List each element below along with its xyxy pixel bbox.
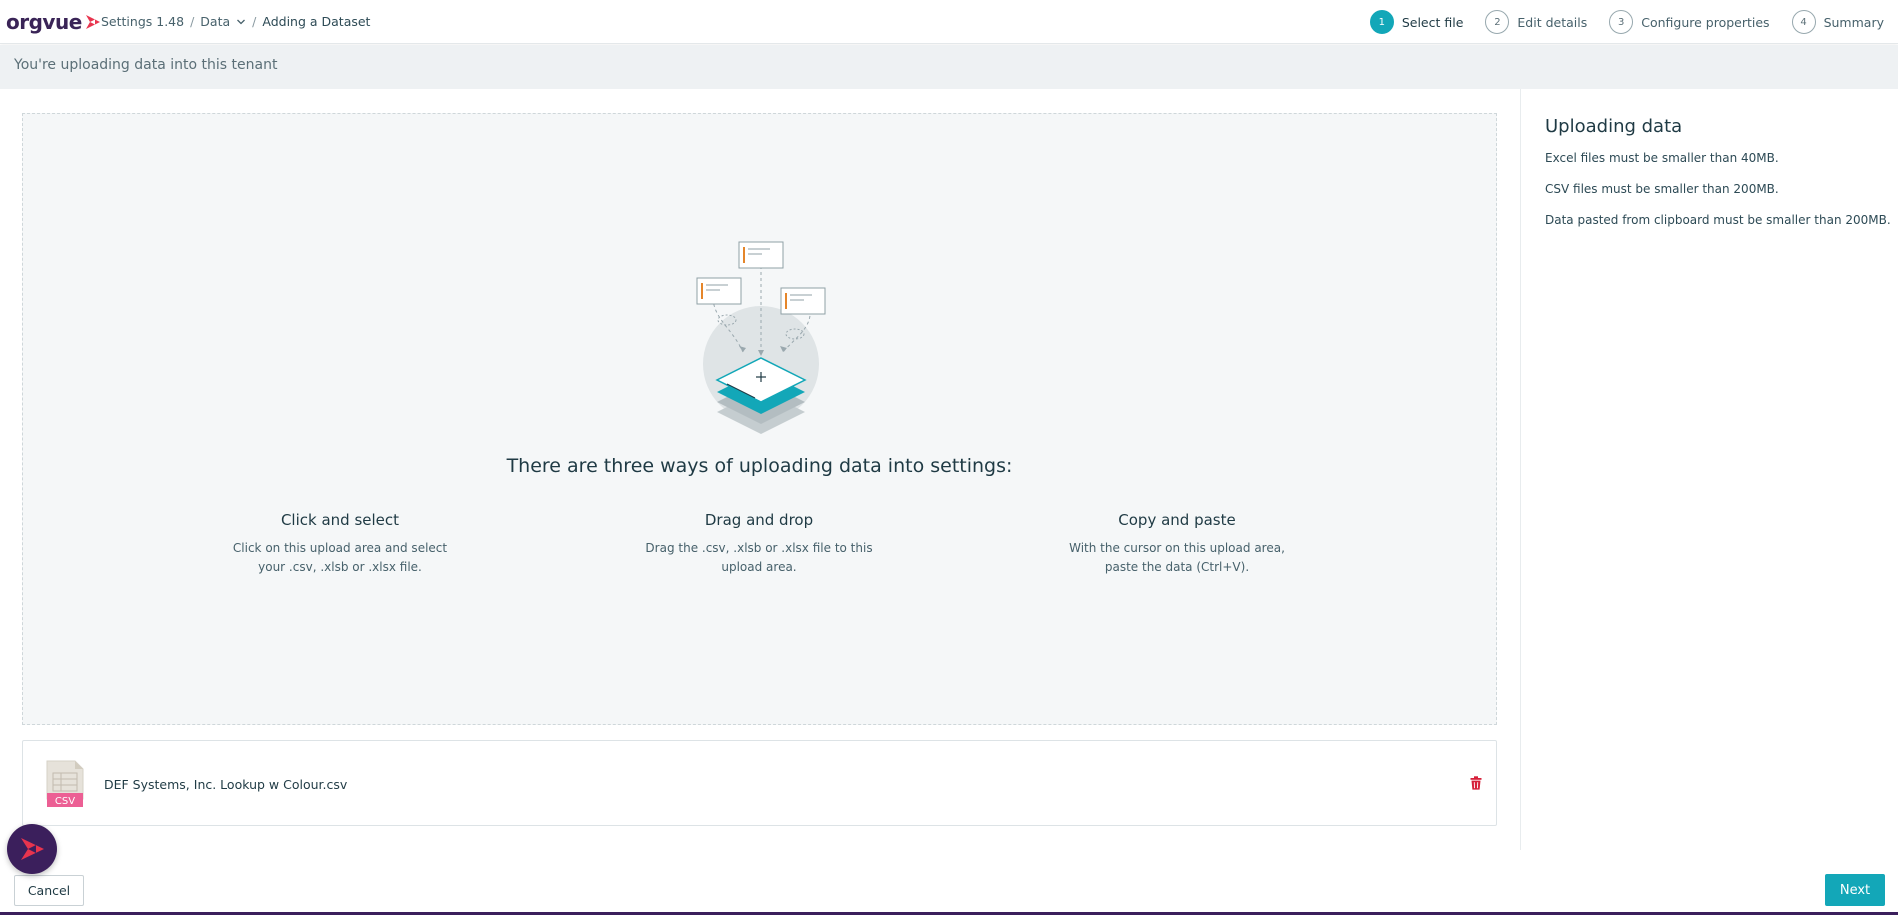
step-number: 4 bbox=[1791, 10, 1816, 34]
breadcrumb-current: Adding a Dataset bbox=[262, 14, 371, 29]
way-desc-line1: Click on this upload area and select bbox=[232, 541, 448, 555]
brand-name: orgvue bbox=[6, 10, 82, 34]
orgvue-mark-icon bbox=[85, 15, 100, 29]
uploaded-file-card: CSV DEF Systems, Inc. Lookup w Colour.cs… bbox=[22, 740, 1497, 826]
rule-excel-size: Excel files must be smaller than 40MB. bbox=[1545, 151, 1779, 165]
step-summary[interactable]: 4 Summary bbox=[1791, 10, 1884, 34]
orgvue-logo[interactable]: orgvue bbox=[6, 10, 102, 34]
step-label: Summary bbox=[1823, 14, 1884, 30]
orgvue-mark-icon bbox=[21, 838, 44, 860]
tenant-info-bar: You're uploading data into this tenant bbox=[0, 45, 1898, 89]
wizard-footer: Cancel Next bbox=[0, 850, 1898, 915]
breadcrumb-data[interactable]: Data bbox=[200, 14, 230, 29]
breadcrumb-separator: / bbox=[190, 14, 195, 29]
upload-illustration bbox=[696, 241, 826, 434]
way-title: Drag and drop bbox=[704, 511, 814, 529]
breadcrumb: Settings 1.48 / Data / Adding a Dataset bbox=[101, 14, 370, 29]
step-configure-properties[interactable]: 3 Configure properties bbox=[1609, 10, 1770, 34]
upload-info-panel: Uploading data Excel files must be small… bbox=[1520, 89, 1898, 850]
way-desc-line2: your .csv, .xlsb or .xlsx file. bbox=[258, 560, 422, 574]
trash-icon[interactable] bbox=[1470, 776, 1482, 790]
step-label: Select file bbox=[1401, 14, 1464, 30]
csv-file-icon: CSV bbox=[46, 760, 84, 807]
panel-title: Uploading data bbox=[1545, 116, 1683, 137]
way-desc-line2: upload area. bbox=[721, 560, 797, 574]
step-label: Configure properties bbox=[1641, 14, 1770, 30]
rule-csv-size: CSV files must be smaller than 200MB. bbox=[1545, 182, 1779, 196]
step-number: 3 bbox=[1609, 10, 1634, 34]
upload-instructions-title: There are three ways of uploading data i… bbox=[506, 455, 1013, 477]
way-drag-and-drop: Drag and drop Drag the .csv, .xlsb or .x… bbox=[629, 511, 889, 577]
assistant-launcher-button[interactable] bbox=[7, 824, 57, 874]
step-number: 1 bbox=[1369, 10, 1394, 34]
rule-clipboard-size: Data pasted from clipboard must be small… bbox=[1545, 213, 1891, 227]
step-label: Edit details bbox=[1517, 14, 1588, 30]
top-bar: orgvue Settings 1.48 / Data / Adding a D… bbox=[0, 0, 1898, 44]
chevron-down-icon[interactable] bbox=[236, 17, 246, 27]
step-select-file[interactable]: 1 Select file bbox=[1369, 10, 1464, 34]
way-click-and-select: Click and select Click on this upload ar… bbox=[210, 511, 470, 577]
way-copy-and-paste: Copy and paste With the cursor on this u… bbox=[1047, 511, 1307, 577]
way-desc-line2: paste the data (Ctrl+V). bbox=[1104, 560, 1250, 574]
breadcrumb-separator: / bbox=[252, 14, 257, 29]
way-title: Click and select bbox=[280, 511, 400, 529]
breadcrumb-settings[interactable]: Settings 1.48 bbox=[101, 14, 184, 29]
step-number: 2 bbox=[1485, 10, 1510, 34]
way-desc-line1: With the cursor on this upload area, bbox=[1069, 541, 1285, 555]
wizard-steps: 1 Select file 2 Edit details 3 Configure… bbox=[1348, 0, 1898, 44]
cancel-button[interactable]: Cancel bbox=[14, 875, 84, 906]
file-type-badge: CSV bbox=[55, 796, 75, 807]
file-name: DEF Systems, Inc. Lookup w Colour.csv bbox=[104, 777, 348, 792]
main-content: There are three ways of uploading data i… bbox=[0, 89, 1520, 850]
next-button[interactable]: Next bbox=[1825, 874, 1885, 906]
way-desc-line1: Drag the .csv, .xlsb or .xlsx file to th… bbox=[645, 541, 873, 555]
upload-dropzone[interactable] bbox=[22, 113, 1497, 725]
step-edit-details[interactable]: 2 Edit details bbox=[1485, 10, 1587, 34]
way-title: Copy and paste bbox=[1118, 511, 1236, 529]
